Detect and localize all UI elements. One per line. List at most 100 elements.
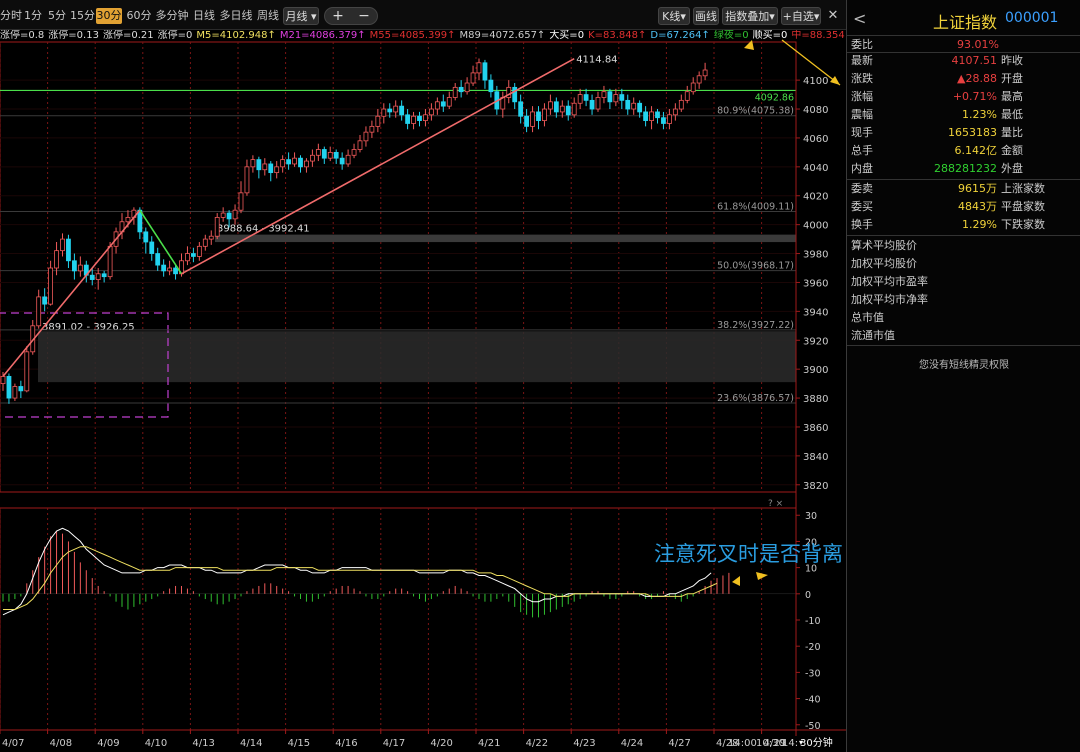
candle-body [428, 108, 434, 116]
quote-row: 委买 4843万 平盘家数 [847, 198, 1080, 216]
candle-body [208, 235, 214, 240]
price-tick-label: 4040 [803, 163, 828, 174]
kline-chart[interactable]: ? × 3988.64 - 3992.413891.02 - 3926.25 8… [0, 0, 846, 752]
chart-grid: ? × [0, 41, 797, 731]
candle-body [411, 115, 416, 124]
quote-value: 9615万 [958, 182, 997, 195]
macd-note: 注意死叉时是否背离 [654, 542, 843, 566]
candle-body [0, 375, 6, 385]
back-arrow-icon[interactable]: < [853, 9, 866, 28]
candle-body [304, 160, 309, 168]
quote-row: 委卖 9615万 上涨家数 [847, 180, 1080, 198]
candle-body [518, 101, 524, 117]
quote-extra-item: 算术平均股价 [847, 237, 1080, 255]
indicator-value: 顺买=0 [752, 30, 788, 41]
candle-body [77, 264, 83, 272]
candle-body [375, 115, 381, 127]
quote-label: 委卖 [851, 182, 873, 195]
macd-tick-label: 30 [805, 511, 817, 522]
quote-extra-item: 加权平均市净率 [847, 291, 1080, 309]
price-tick-label: 4080 [803, 105, 828, 116]
fib-label: 38.2%(3927.22) [717, 320, 794, 331]
candle-body [387, 108, 393, 113]
quote-label-secondary: 量比 [1001, 126, 1023, 139]
quote-row: 最新 4107.51 昨收 [847, 52, 1080, 70]
candle-body [143, 231, 149, 243]
candle-body [238, 192, 244, 211]
candle-body [434, 101, 440, 110]
candle-body [274, 166, 280, 174]
annotation-arrowhead [732, 576, 740, 586]
annotation-arrowhead [830, 76, 840, 85]
date-label: 4/15 [288, 738, 310, 749]
price-tick-label: 3820 [803, 481, 828, 492]
quote-label-secondary: 下跌家数 [1001, 218, 1045, 231]
index-code: 000001 [1005, 10, 1059, 26]
candle-body [185, 253, 190, 262]
quote-row: 换手 1.29% 下跌家数 [847, 216, 1080, 234]
zone-lower-label: 3891.02 - 3926.25 [42, 322, 135, 333]
candle-body [470, 72, 476, 84]
candle-body [48, 267, 53, 305]
candle-body [161, 264, 167, 272]
date-label: 4/08 [50, 738, 72, 749]
price-tick-label: 3940 [803, 307, 828, 318]
price-tick-label: 3880 [803, 394, 828, 405]
candle-body [321, 149, 327, 159]
candle-body [298, 157, 303, 168]
quote-label: 换手 [851, 218, 873, 231]
candle-body [351, 149, 357, 156]
date-label: 4/22 [526, 738, 548, 749]
date-label: 4/09 [97, 738, 119, 749]
candle-body [369, 125, 375, 133]
divider [847, 345, 1080, 346]
quote-label: 委买 [851, 200, 873, 213]
indicator-value: M55=4085.399↑ [369, 30, 456, 41]
candle-body [256, 159, 262, 171]
candle-body [66, 238, 71, 262]
fib-label: 50.0%(3968.17) [717, 261, 794, 272]
candle-body [661, 117, 666, 124]
date-label: 4/20 [430, 738, 452, 749]
candle-body [101, 273, 107, 278]
quote-row: 总手 6.142亿 金额 [847, 142, 1080, 160]
quote-label: 算术平均股价 [851, 239, 917, 252]
indicator-value: M21=4086.379↑ [279, 30, 366, 41]
date-label: 4/13 [192, 738, 214, 749]
candle-body [565, 105, 571, 116]
candle-body [464, 82, 470, 93]
quote-label-secondary: 最低 [1001, 108, 1023, 121]
candle-body [601, 91, 607, 98]
macd-tick-label: -40 [805, 695, 821, 706]
quote-label: 涨跌 [851, 72, 873, 85]
candle-body [149, 241, 155, 254]
macd-tick-label: -10 [805, 616, 821, 627]
candle-body [262, 163, 268, 171]
candle-body [440, 101, 446, 107]
candle-body [232, 209, 238, 220]
quote-value: 1653183 [948, 126, 997, 139]
price-tick-label: 4000 [803, 221, 828, 232]
candle-body [667, 114, 672, 124]
candle-body [446, 97, 452, 107]
high-price-label: 4114.84 [576, 55, 617, 66]
quote-row: 震幅 1.23% 最低 [847, 106, 1080, 124]
quote-extra-item: 加权平均股价 [847, 255, 1080, 273]
quote-value: 4107.51 [951, 54, 998, 67]
candle-body [399, 105, 405, 116]
candle-body [315, 149, 321, 156]
candle-body [649, 111, 654, 121]
indicator-value: 绿夜=0 [713, 30, 749, 41]
candle-body [12, 386, 18, 399]
candle-body [542, 108, 547, 121]
candle-body [488, 79, 494, 93]
date-label: 4/24 [621, 738, 643, 749]
macd-dea-line [3, 546, 718, 610]
price-tick-label: 3920 [803, 336, 828, 347]
candle-body [24, 351, 30, 392]
candle-body [536, 111, 541, 121]
candle-body [280, 159, 286, 168]
date-label: 4/16 [335, 738, 357, 749]
date-axis: 4/07 4/08 4/09 4/10 4/13 4/14 4/15 4/16 4/17 4/20… [0, 729, 846, 749]
candle-body [613, 94, 619, 103]
